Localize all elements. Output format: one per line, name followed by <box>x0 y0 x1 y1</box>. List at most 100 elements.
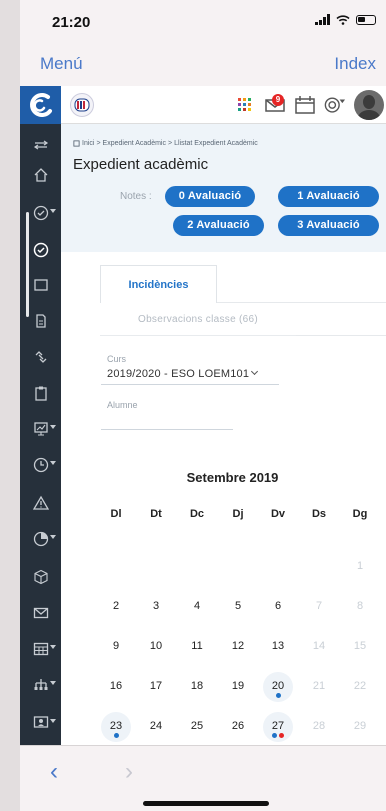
messages-icon[interactable]: 9 <box>264 94 286 116</box>
calendar-day-number: 8 <box>356 600 364 612</box>
sidebar-item-cube[interactable] <box>20 562 61 592</box>
header-icons: 9 <box>234 86 386 124</box>
status-bar: 21:20 <box>20 0 386 44</box>
app-logo-icon <box>29 93 52 117</box>
sidebar-toggle-icon[interactable] <box>20 130 61 160</box>
calendar-day[interactable]: 26 <box>220 714 256 745</box>
tab-observacions[interactable]: Observacions classe (66) <box>100 304 296 336</box>
calendar-day-header: Ds <box>311 508 327 520</box>
calendar-day-header: Dc <box>189 508 205 520</box>
calendar-day[interactable]: 27 <box>260 712 296 745</box>
calendar-day[interactable]: 13 <box>260 634 296 666</box>
sidebar-item-link[interactable] <box>20 342 61 372</box>
wifi-icon <box>336 14 350 25</box>
app-logo[interactable] <box>20 86 61 124</box>
eval-0-button[interactable]: 0 Avaluació <box>165 186 255 207</box>
calendar-day-number: 18 <box>190 680 204 692</box>
event-dot <box>272 733 277 738</box>
sidebar-item-presentation[interactable] <box>20 708 61 738</box>
calendar-day[interactable]: 1 <box>342 554 378 586</box>
event-dot <box>275 693 281 698</box>
notes-label: Notes : <box>120 191 152 202</box>
calendar-day[interactable]: 19 <box>220 674 256 706</box>
calendar-day[interactable]: 29 <box>342 714 378 745</box>
calendar-day[interactable]: 28 <box>301 714 337 745</box>
curs-label: Curs <box>107 354 127 364</box>
forward-arrow-icon[interactable]: › <box>125 758 133 786</box>
calendar-day-number: 25 <box>190 720 204 732</box>
breadcrumb-separator: > <box>167 140 173 147</box>
calendar-day[interactable]: 4 <box>179 594 215 626</box>
signal-icon <box>315 14 330 25</box>
calendar-day[interactable]: 14 <box>301 634 337 666</box>
apps-grid-icon[interactable] <box>234 94 256 116</box>
calendar-day[interactable]: 11 <box>179 634 215 666</box>
sidebar-item-clock[interactable] <box>20 450 61 480</box>
user-avatar[interactable] <box>354 90 384 120</box>
sidebar-item-chart-board[interactable] <box>20 414 61 444</box>
help-lifebuoy-icon[interactable] <box>324 94 346 116</box>
calendar-day[interactable]: 3 <box>138 594 174 626</box>
calendar-day[interactable]: 23 <box>98 712 134 745</box>
breadcrumb: Inici > Expedient Acadèmic > Llistat Exp… <box>73 140 258 147</box>
curs-select[interactable]: 2019/2020 - ESO LOEM101 <box>107 367 259 380</box>
calendar-day-number: 4 <box>193 600 201 612</box>
index-link[interactable]: Index <box>334 54 376 74</box>
calendar-day-number: 15 <box>353 640 367 652</box>
calendar-title: Setembre 2019 <box>186 470 279 485</box>
calendar-day[interactable]: 2 <box>98 594 134 626</box>
calendar-day[interactable]: 20 <box>260 672 296 706</box>
calendar-day-number: 19 <box>231 680 245 692</box>
calendar-day-number: 17 <box>149 680 163 692</box>
school-logo <box>70 93 94 117</box>
calendar-day[interactable]: 18 <box>179 674 215 706</box>
back-arrow-icon[interactable]: ‹ <box>50 758 58 786</box>
calendar-day[interactable]: 6 <box>260 594 296 626</box>
sidebar-item-warning[interactable] <box>20 488 61 518</box>
calendar-day[interactable]: 25 <box>179 714 215 745</box>
calendar-day-number: 27 <box>271 720 285 732</box>
eval-1-button[interactable]: 1 Avaluació <box>278 186 379 207</box>
event-dots <box>260 693 296 698</box>
app-header: 9 <box>20 86 386 124</box>
eval-3-button[interactable]: 3 Avaluació <box>278 215 379 236</box>
calendar-day[interactable]: 9 <box>98 634 134 666</box>
calendar-day[interactable]: 10 <box>138 634 174 666</box>
calendar-day-number: 13 <box>271 640 285 652</box>
sidebar-item-mail[interactable] <box>20 598 61 628</box>
sidebar-item-clipboard[interactable] <box>20 378 61 408</box>
home-indicator <box>143 801 269 806</box>
calendar-day[interactable]: 7 <box>301 594 337 626</box>
eval-2-button[interactable]: 2 Avaluació <box>173 215 264 236</box>
battery-icon <box>356 14 376 25</box>
calendar-day[interactable]: 22 <box>342 674 378 706</box>
calendar-day[interactable]: 8 <box>342 594 378 626</box>
sidebar-item-home[interactable] <box>20 160 61 190</box>
calendar-day-number: 26 <box>231 720 245 732</box>
calendar-day[interactable]: 15 <box>342 634 378 666</box>
sidebar-item-pie-chart[interactable] <box>20 524 61 554</box>
calendar-day[interactable]: 5 <box>220 594 256 626</box>
calendar-day[interactable]: 21 <box>301 674 337 706</box>
sidebar-item-hierarchy[interactable] <box>20 670 61 700</box>
calendar-icon[interactable] <box>294 94 316 116</box>
menu-link[interactable]: Menú <box>40 54 83 74</box>
breadcrumb-item-llistat[interactable]: Llistat Expedient Acadèmic <box>174 140 258 147</box>
tab-incidencies[interactable]: Incidències <box>100 265 217 303</box>
calendar-day-number: 9 <box>112 640 120 652</box>
sidebar-scrollbar[interactable] <box>26 212 29 317</box>
calendar-day[interactable]: 12 <box>220 634 256 666</box>
calendar-day[interactable]: 16 <box>98 674 134 706</box>
breadcrumb-item-expedient[interactable]: Expedient Acadèmic <box>103 140 166 147</box>
calendar-day-number: 2 <box>112 600 120 612</box>
breadcrumb-item-inici[interactable]: Inici <box>82 140 94 147</box>
curs-select-value: 2019/2020 - ESO LOEM101 <box>107 368 250 380</box>
calendar-day-number: 12 <box>231 640 245 652</box>
sidebar-item-table[interactable] <box>20 634 61 664</box>
calendar-day[interactable]: 17 <box>138 674 174 706</box>
calendar-day[interactable]: 24 <box>138 714 174 745</box>
alumne-input[interactable] <box>101 429 233 430</box>
calendar-day-number: 14 <box>312 640 326 652</box>
alumne-label: Alumne <box>107 400 138 410</box>
status-icons <box>315 14 376 25</box>
